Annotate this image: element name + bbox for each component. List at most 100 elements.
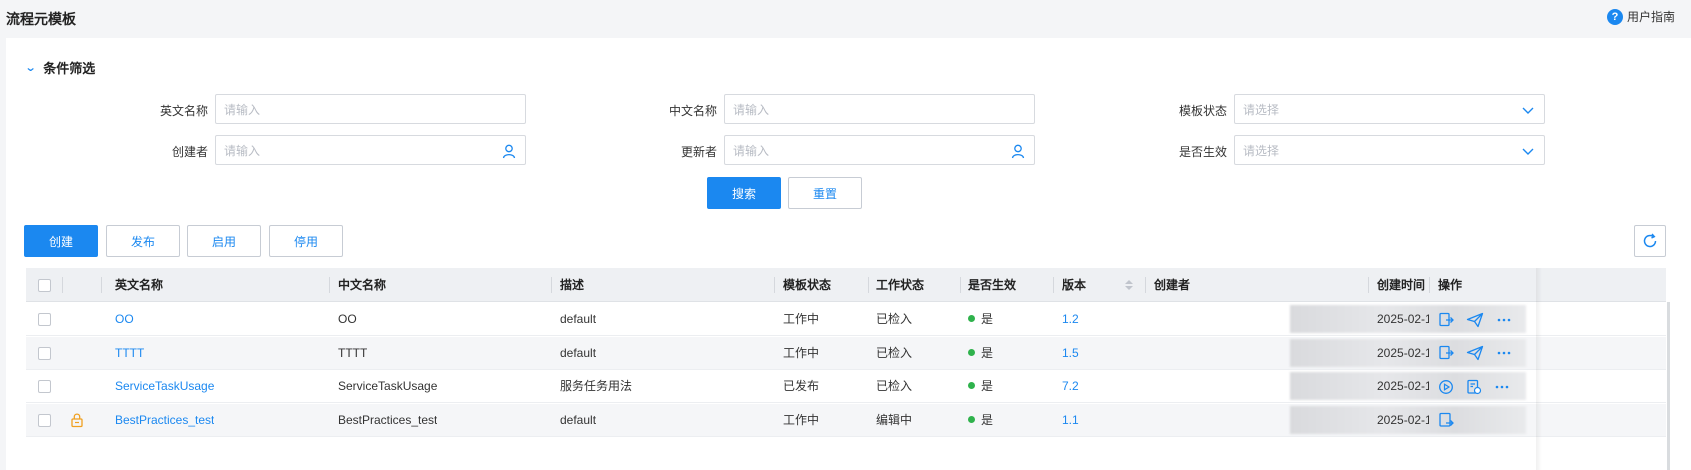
template-status-select[interactable]: 请选择 <box>1234 94 1545 124</box>
col-actions: 操作 <box>1438 278 1463 292</box>
cell-version[interactable]: 1.1 <box>1062 404 1079 437</box>
cell-en-name[interactable]: TTTT <box>115 337 144 370</box>
col-en-name: 英文名称 <box>115 278 164 292</box>
en-name-placeholder: 请输入 <box>224 102 261 117</box>
column-divider <box>329 277 330 293</box>
page-title: 流程元模板 <box>6 11 76 27</box>
row-checkbox[interactable] <box>38 346 51 360</box>
updater-label: 更新者 <box>680 145 717 159</box>
column-divider <box>101 277 102 293</box>
cn-name-placeholder: 请输入 <box>733 102 770 117</box>
cell-created-time: 2025-02-1 <box>1377 379 1429 393</box>
user-icon[interactable] <box>501 143 517 159</box>
en-name-label: 英文名称 <box>159 104 208 118</box>
cell-desc: default <box>560 345 597 360</box>
template-status-placeholder: 请选择 <box>1243 102 1280 117</box>
table-header: 英文名称 中文名称 描述 模板状态 工作状态 是否生效 版本 创建者 创建时间 … <box>26 268 1666 302</box>
cell-cn-name: ServiceTaskUsage <box>338 379 438 393</box>
user-icon[interactable] <box>1010 143 1026 159</box>
table-row[interactable]: ServiceTaskUsage ServiceTaskUsage 服务任务用法 已发… <box>26 370 1666 403</box>
row-checkbox[interactable] <box>38 380 51 393</box>
table-row[interactable]: OO OO default 工作中 已检入 是 1.2 2025-02-1 <box>26 303 1666 336</box>
refresh-icon <box>1643 233 1657 248</box>
main-panel: ⌄ 条件筛选 英文名称 请输入 中文名称 请输入 模板状态 请选择 创建者 请输… <box>6 38 1691 470</box>
column-divider <box>1053 277 1054 293</box>
row-checkbox[interactable] <box>38 413 51 427</box>
cell-effective: 是 <box>968 370 993 403</box>
checkin-icon[interactable] <box>1438 412 1460 428</box>
status-dot <box>968 348 975 356</box>
cell-template-status: 工作中 <box>783 312 820 326</box>
cell-version[interactable]: 7.2 <box>1062 370 1079 403</box>
table-row[interactable]: TTTT TTTT default 工作中 已检入 是 1.5 2025-02-1 <box>26 336 1666 370</box>
col-work-status: 工作状态 <box>876 278 925 292</box>
sort-icon[interactable] <box>1124 278 1134 292</box>
cell-desc: 服务任务用法 <box>560 379 633 393</box>
table-row[interactable]: BestPractices_test BestPractices_test defa… <box>26 403 1666 437</box>
cell-effective-text: 是 <box>981 345 994 360</box>
help-icon: ? <box>1606 8 1623 25</box>
send-icon[interactable] <box>1466 345 1490 361</box>
enable-button[interactable]: 启用 <box>187 225 261 257</box>
create-button[interactable]: 创建 <box>24 225 98 257</box>
disable-button[interactable]: 停用 <box>269 225 343 257</box>
more-icon[interactable] <box>1494 379 1516 395</box>
cell-effective: 是 <box>968 404 993 437</box>
cell-en-name[interactable]: ServiceTaskUsage <box>115 370 214 403</box>
effective-select[interactable]: 请选择 <box>1234 135 1545 165</box>
col-cn-name: 中文名称 <box>338 278 387 292</box>
top-bar: 流程元模板 ? 用户指南 <box>0 0 1691 38</box>
creator-label: 创建者 <box>171 145 208 159</box>
row-actions <box>1438 404 1466 437</box>
cell-effective: 是 <box>968 337 993 370</box>
reset-button[interactable]: 重置 <box>788 177 862 209</box>
cn-name-input[interactable]: 请输入 <box>724 94 1035 124</box>
cell-effective: 是 <box>968 303 993 336</box>
cell-cn-name: BestPractices_test <box>338 412 438 427</box>
select-all-checkbox[interactable] <box>38 279 51 292</box>
edit-publish-icon[interactable] <box>1438 345 1460 361</box>
row-checkbox[interactable] <box>38 313 51 326</box>
cell-work-status: 已检入 <box>876 379 913 393</box>
status-dot <box>968 415 975 423</box>
cell-desc: default <box>560 312 597 326</box>
en-name-input[interactable]: 请输入 <box>215 94 526 124</box>
creator-input[interactable]: 请输入 <box>215 135 526 165</box>
column-divider <box>868 277 869 293</box>
row-actions <box>1438 303 1524 336</box>
cell-created-time: 2025-02-1 <box>1377 412 1429 427</box>
edit-publish-icon[interactable] <box>1438 312 1460 328</box>
play-icon[interactable] <box>1438 379 1460 395</box>
cell-desc: default <box>560 412 597 427</box>
search-button[interactable]: 搜索 <box>707 177 781 209</box>
more-icon[interactable] <box>1496 345 1518 361</box>
effective-label: 是否生效 <box>1178 145 1227 159</box>
col-template-status: 模板状态 <box>783 278 832 292</box>
cell-version[interactable]: 1.5 <box>1062 337 1079 370</box>
col-version[interactable]: 版本 <box>1062 268 1086 302</box>
cell-template-status: 工作中 <box>783 412 820 427</box>
document-refresh-icon[interactable] <box>1466 379 1488 395</box>
cell-effective-text: 是 <box>981 312 994 326</box>
lock-icon <box>70 412 84 431</box>
column-divider <box>1145 277 1146 293</box>
filter-toggle[interactable]: ⌄ 条件筛选 <box>25 58 96 77</box>
cell-template-status: 工作中 <box>783 345 820 360</box>
row-actions <box>1438 370 1522 403</box>
column-divider <box>62 277 63 293</box>
user-guide-link[interactable]: ? 用户指南 <box>1606 8 1675 25</box>
col-creator: 创建者 <box>1154 278 1191 292</box>
updater-placeholder: 请输入 <box>733 143 770 158</box>
cell-en-name[interactable]: OO <box>115 303 134 336</box>
cell-version[interactable]: 1.2 <box>1062 303 1079 336</box>
updater-input[interactable]: 请输入 <box>724 135 1035 165</box>
send-icon[interactable] <box>1466 312 1490 328</box>
cell-en-name[interactable]: BestPractices_test <box>115 404 214 437</box>
column-divider <box>774 277 775 293</box>
col-desc: 描述 <box>560 278 585 292</box>
more-icon[interactable] <box>1496 312 1518 328</box>
vertical-scrollbar[interactable] <box>1667 302 1670 470</box>
template-status-label: 模板状态 <box>1178 104 1227 118</box>
refresh-button[interactable] <box>1634 225 1666 257</box>
publish-button[interactable]: 发布 <box>106 225 180 257</box>
